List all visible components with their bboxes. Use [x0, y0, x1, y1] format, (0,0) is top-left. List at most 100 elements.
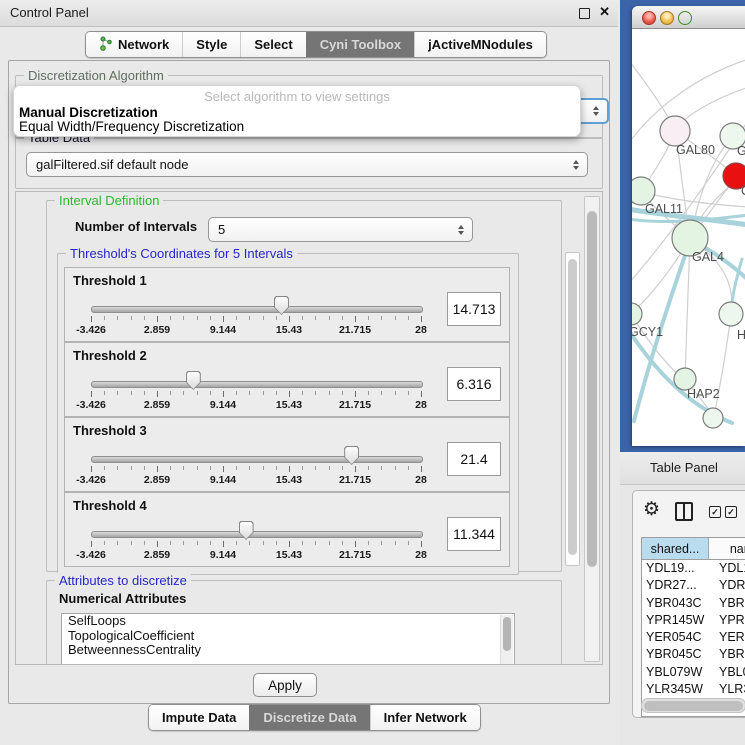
GAL11-node[interactable] — [632, 177, 655, 205]
screenshot-root: Control Panel ✕ NetworkStyleSelectCyni T… — [0, 0, 745, 745]
slider-tick — [289, 466, 290, 472]
settings-gear-icon[interactable]: ⚙ — [643, 498, 660, 521]
threshold-slider-track[interactable] — [91, 381, 423, 388]
checkbox-checked-icon[interactable]: ✓ — [725, 506, 737, 518]
slider-tick — [117, 391, 118, 395]
slider-tick — [302, 391, 303, 395]
split-columns-icon[interactable] — [675, 502, 693, 521]
tab-jactivemnodules[interactable]: jActiveMNodules — [414, 32, 546, 57]
attribute-list-item[interactable]: BetweennessCentrality — [62, 643, 514, 658]
attributes-list-scrollbar[interactable] — [500, 615, 513, 665]
slider-tick — [329, 391, 330, 395]
table-cell-shared: YPR145W — [642, 612, 713, 629]
slider-tick — [170, 541, 171, 545]
column-header-shared[interactable]: shared... — [642, 538, 709, 559]
tab-impute-data[interactable]: Impute Data — [149, 705, 249, 730]
table-cell-name: YPR1 — [713, 612, 745, 629]
threshold-value-field[interactable]: 14.713 — [447, 292, 501, 326]
table-row[interactable]: YDR27...YDR2 — [642, 577, 745, 594]
slider-tick — [289, 391, 290, 397]
slider-tick — [236, 391, 237, 395]
node-label-c: C — [741, 184, 745, 198]
close-traffic-light-icon[interactable] — [642, 11, 656, 25]
slider-tick — [210, 541, 211, 545]
slider-tick — [368, 541, 369, 545]
threshold-slider-track[interactable] — [91, 306, 423, 313]
tab-cyni-toolbox[interactable]: Cyni Toolbox — [306, 32, 414, 57]
slider-tick-label: 21.715 — [339, 399, 371, 411]
slider-tick — [131, 541, 132, 545]
threshold-label: Threshold 2 — [73, 348, 147, 363]
H-node[interactable] — [719, 302, 743, 326]
algorithm-option-manual-discretization[interactable]: Manual Discretization — [19, 105, 158, 120]
table-row[interactable]: YER054CYER0 — [642, 629, 745, 646]
checkbox-checked-icon[interactable]: ✓ — [709, 506, 721, 518]
table-row[interactable]: YDL19...YDL1 — [642, 560, 745, 577]
tab-label: Infer Network — [384, 710, 467, 725]
threshold-value-field[interactable]: 6.316 — [447, 367, 501, 401]
slider-tick-label: 21.715 — [339, 474, 371, 486]
slider-tick-label: -3.426 — [76, 474, 106, 486]
slider-tick — [91, 466, 92, 472]
network-window-titlebar[interactable] — [632, 6, 745, 29]
slider-tick — [236, 466, 237, 470]
table-cell-shared: YBR045C — [642, 646, 713, 663]
threshold-value-field[interactable]: 21.4 — [447, 442, 501, 476]
attribute-list-item[interactable]: TopologicalCoefficient — [62, 629, 514, 644]
table-cell-name: YER0 — [713, 629, 745, 646]
table-cell-name: YBR0 — [713, 595, 745, 612]
slider-tick — [421, 466, 422, 472]
node-label-hap2: HAP2 — [687, 387, 720, 401]
slider-tick — [381, 391, 382, 395]
threshold-slider-track[interactable] — [91, 456, 423, 463]
tab-network[interactable]: Network — [86, 32, 182, 57]
tab-infer-network[interactable]: Infer Network — [370, 705, 480, 730]
table-horizontal-scrollbar[interactable] — [641, 698, 745, 713]
table-row[interactable]: YBR043CYBR0 — [642, 595, 745, 612]
attribute-list-item[interactable]: SelfLoops — [62, 614, 514, 629]
tab-select[interactable]: Select — [240, 32, 305, 57]
table-row[interactable]: YLR345WYLR3 — [642, 681, 745, 698]
table-row[interactable]: YPR145WYPR1 — [642, 612, 745, 629]
table-row[interactable]: YBR045CYBR0 — [642, 646, 745, 663]
float-window-icon[interactable] — [579, 8, 590, 19]
tab-discretize-data[interactable]: Discretize Data — [249, 705, 369, 730]
slider-tick — [170, 316, 171, 320]
slider-tick-label: 9.144 — [210, 474, 236, 486]
slider-tick — [104, 391, 105, 395]
number-of-intervals-combobox[interactable]: 5 — [208, 217, 473, 242]
numerical-attributes-list[interactable]: SelfLoopsTopologicalCoefficientBetweenne… — [61, 613, 515, 665]
slider-tick — [355, 466, 356, 472]
slider-tick-label: 9.144 — [210, 399, 236, 411]
algorithm-option-equal-width-frequency[interactable]: Equal Width/Frequency Discretization — [19, 119, 244, 134]
table-cell-name: YBR0 — [713, 646, 745, 663]
slider-tick-label: 21.715 — [339, 324, 371, 336]
apply-button[interactable]: Apply — [253, 673, 317, 697]
minimize-traffic-light-icon[interactable] — [660, 11, 674, 25]
slider-tick — [104, 466, 105, 470]
column-header-name[interactable]: name — [709, 538, 745, 559]
table-data-combobox[interactable]: galFiltered.sif default node — [26, 152, 588, 177]
slider-tick-label: 28 — [415, 474, 427, 486]
tab-label: Cyni Toolbox — [320, 37, 401, 52]
network-canvas[interactable]: GAL80GCGAL11GAL4GCY1HHAP2 — [632, 29, 745, 446]
panel-scrollbar[interactable] — [584, 196, 600, 662]
threshold-value-field[interactable]: 11.344 — [447, 517, 501, 551]
slider-tick — [183, 316, 184, 320]
GCY1-node[interactable] — [632, 303, 642, 325]
table-cell-name: YLR3 — [713, 681, 745, 698]
table-row[interactable]: YBL079WYBL0 — [642, 664, 745, 681]
zoom-traffic-light-icon[interactable] — [678, 11, 692, 25]
GAL80-node[interactable] — [660, 116, 690, 146]
table-panel-body: ⚙ ✓ ✓ shared... name YDL19...YDL1YDR27..… — [632, 490, 745, 718]
slider-tick — [395, 316, 396, 320]
slider-tick — [210, 391, 211, 395]
thresholds-scrollbar[interactable] — [565, 252, 580, 566]
slider-tick — [368, 391, 369, 395]
threshold-slider-track[interactable] — [91, 531, 423, 538]
network-icon — [99, 36, 113, 54]
close-icon[interactable]: ✕ — [599, 4, 610, 20]
tab-style[interactable]: Style — [182, 32, 240, 57]
tab-label: Select — [254, 37, 292, 52]
partial-node-bottom[interactable] — [703, 408, 723, 428]
